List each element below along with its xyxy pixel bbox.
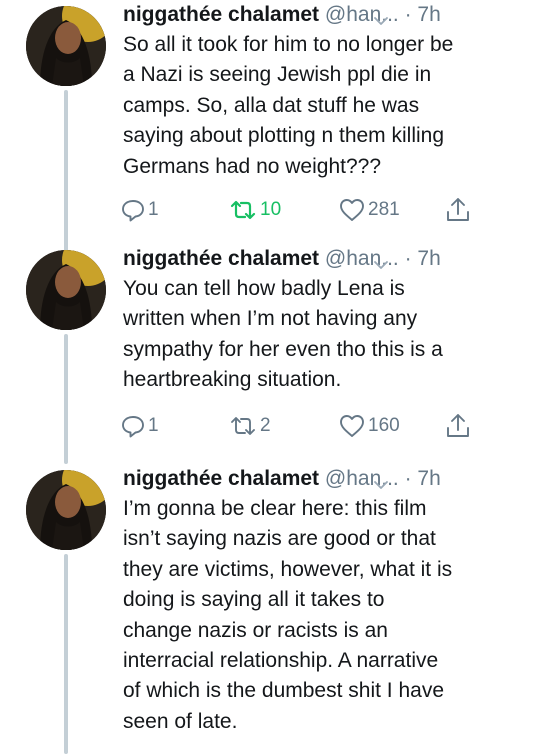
tweet-header: niggathée chalamet @han... · 7h <box>123 244 523 274</box>
reply-button[interactable]: 1 <box>120 410 159 442</box>
reply-count: 1 <box>148 415 159 436</box>
retweet-button[interactable]: 2 <box>228 410 271 442</box>
tweet-text: I’m gonna be clear here: this film isn’t… <box>123 497 453 733</box>
like-count: 160 <box>368 415 400 436</box>
share-icon <box>447 198 469 221</box>
reply-icon <box>122 200 144 222</box>
tweet-text: So all it took for him to no longer be a… <box>123 33 454 178</box>
reply-count: 1 <box>148 199 159 220</box>
chevron-down-icon[interactable] <box>373 259 389 271</box>
share-button[interactable] <box>445 410 471 442</box>
tweet-header: niggathée chalamet @han... · 7h <box>123 0 523 30</box>
tweet-text: You can tell how badly Lena is written w… <box>123 277 443 392</box>
retweet-icon <box>230 200 256 220</box>
avatar[interactable] <box>26 470 106 550</box>
timestamp[interactable]: · 7h <box>405 467 441 490</box>
timestamp[interactable]: · 7h <box>405 247 441 270</box>
retweet-count: 10 <box>260 199 282 220</box>
avatar[interactable] <box>26 250 106 330</box>
heart-icon <box>340 415 364 437</box>
tweet-actions: 1 10 281 <box>120 194 500 226</box>
chevron-down-icon[interactable] <box>373 479 389 491</box>
retweet-count: 2 <box>260 415 271 436</box>
like-button[interactable]: 281 <box>338 194 400 226</box>
like-button[interactable]: 160 <box>338 410 400 442</box>
display-name[interactable]: niggathée chalamet <box>123 247 319 270</box>
thread-line <box>64 554 68 754</box>
reply-icon <box>122 416 144 438</box>
share-icon <box>447 414 469 437</box>
tweet-actions: 1 2 160 <box>120 410 500 442</box>
thread-line <box>64 334 68 464</box>
tweet-header: niggathée chalamet @han... · 7h <box>123 464 523 494</box>
heart-icon <box>340 199 364 221</box>
like-count: 281 <box>368 199 400 220</box>
avatar[interactable] <box>26 6 106 86</box>
chevron-down-icon[interactable] <box>373 15 389 27</box>
reply-button[interactable]: 1 <box>120 194 159 226</box>
retweet-icon <box>231 417 255 435</box>
share-button[interactable] <box>445 194 471 226</box>
display-name[interactable]: niggathée chalamet <box>123 3 319 26</box>
display-name[interactable]: niggathée chalamet <box>123 467 319 490</box>
thread-line <box>64 90 68 257</box>
timestamp[interactable]: · 7h <box>405 3 441 26</box>
retweet-button[interactable]: 10 <box>228 194 281 226</box>
